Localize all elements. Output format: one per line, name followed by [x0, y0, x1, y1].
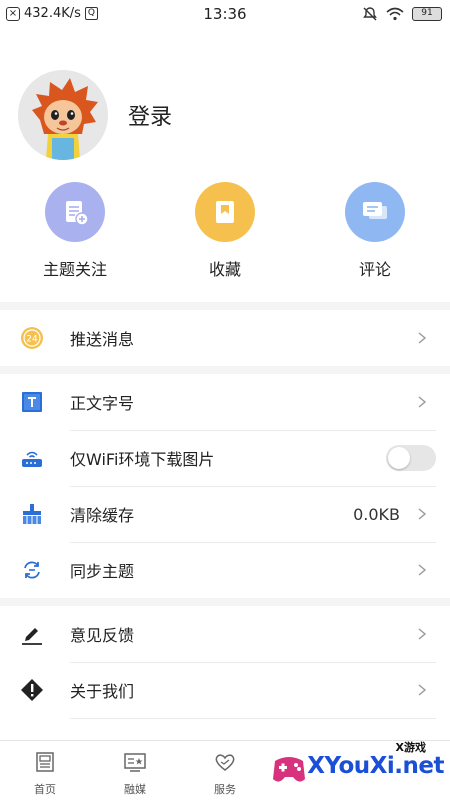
chevron-right-icon — [418, 332, 427, 344]
quick-action-circle — [195, 182, 255, 242]
settings-row-about[interactable]: 关于我们 — [0, 662, 450, 718]
push-badge-icon: 24 — [20, 326, 44, 350]
settings-row-push[interactable]: 24 推送消息 — [0, 310, 450, 366]
toggle-knob — [388, 447, 410, 469]
heart-hands-icon — [215, 754, 235, 771]
nav-label: 融媒 — [124, 783, 146, 796]
quick-action-label: 评论 — [358, 260, 391, 279]
push-badge-count: 24 — [26, 335, 38, 345]
quick-action-label: 收藏 — [208, 260, 241, 279]
about-label: 关于我们 — [70, 682, 135, 701]
settings-row-wifi-only: 仅WiFi环境下载图片 — [0, 430, 450, 486]
quick-action-topic-follow[interactable]: 主题关注 — [20, 182, 130, 280]
text-size-icon — [20, 390, 44, 414]
push-label: 推送消息 — [70, 330, 135, 349]
chevron-right-icon — [418, 508, 427, 520]
wifi-only-toggle[interactable] — [386, 445, 436, 471]
login-button[interactable]: 登录 — [128, 99, 172, 131]
quick-action-favorites[interactable]: 收藏 — [170, 182, 280, 280]
profile-header[interactable]: 登录 — [18, 70, 172, 160]
chevron-right-icon — [418, 564, 427, 576]
mute-bell-icon — [363, 7, 377, 21]
status-right: 91 — [362, 6, 442, 22]
document-add-icon — [66, 201, 89, 226]
nav-media[interactable]: 融媒 — [105, 751, 165, 797]
nav-home[interactable]: 首页 — [15, 751, 75, 797]
gamepad-logo-icon — [273, 757, 305, 782]
quick-actions: 主题关注 收藏 评论 — [0, 182, 450, 282]
nav-services[interactable]: 服务 — [195, 751, 255, 797]
quick-action-circle — [345, 182, 405, 242]
chevron-right-icon — [418, 628, 427, 640]
settings-row-sync-theme[interactable]: 同步主题 — [0, 542, 450, 598]
section-separator — [0, 302, 450, 310]
warning-diamond-icon — [20, 678, 44, 702]
chevron-right-icon — [418, 684, 427, 696]
sync-theme-label: 同步主题 — [70, 562, 135, 581]
cache-size-value: 0.0KB — [353, 504, 400, 524]
clear-cache-label: 清除缓存 — [70, 506, 135, 525]
font-size-label: 正文字号 — [70, 394, 135, 413]
bookmark-icon — [216, 201, 234, 223]
newspaper-icon — [36, 752, 54, 772]
settings-row-clear-cache[interactable]: 清除缓存 0.0KB — [0, 486, 450, 542]
media-card-icon — [124, 753, 146, 772]
feedback-label: 意见反馈 — [70, 626, 135, 645]
chevron-right-icon — [418, 396, 427, 408]
lion-mascot-icon — [18, 70, 108, 160]
router-icon — [20, 446, 44, 470]
row-divider — [70, 718, 436, 719]
pencil-edit-icon — [20, 622, 44, 646]
avatar[interactable] — [18, 70, 108, 160]
chat-bubbles-icon — [363, 202, 387, 219]
wifi-icon — [386, 7, 404, 21]
broom-icon — [20, 502, 44, 526]
quick-action-comments[interactable]: 评论 — [320, 182, 430, 280]
watermark: X游戏 XYouXi.net — [269, 739, 444, 794]
quick-action-circle — [45, 182, 105, 242]
quick-action-label: 主题关注 — [42, 260, 107, 279]
section-separator — [0, 366, 450, 374]
nav-label: 服务 — [214, 783, 236, 796]
sync-icon — [20, 558, 44, 582]
section-separator — [0, 598, 450, 606]
watermark-text: XYouXi.net — [307, 753, 444, 779]
settings-row-font-size[interactable]: 正文字号 — [0, 374, 450, 430]
status-bar: × 432.4K/s Q 13:36 91 — [0, 0, 450, 30]
battery-icon: 91 — [412, 7, 442, 21]
nav-label: 首页 — [34, 783, 56, 796]
settings-row-feedback[interactable]: 意见反馈 — [0, 606, 450, 662]
wifi-only-label: 仅WiFi环境下载图片 — [70, 450, 215, 469]
